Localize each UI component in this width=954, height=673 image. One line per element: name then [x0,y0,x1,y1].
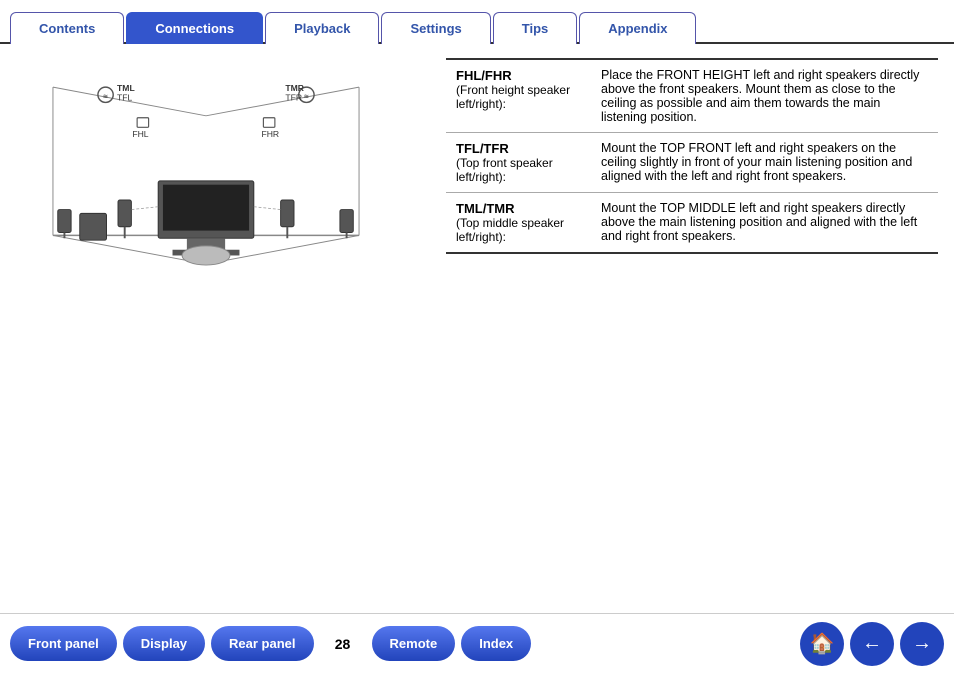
svg-text:FHR: FHR [261,129,279,139]
bottom-navigation-bar: Front panel Display Rear panel 28 Remote… [0,613,954,673]
page-number: 28 [328,636,358,652]
description-cell: Mount the TOP FRONT left and right speak… [591,133,938,193]
speaker-diagram: ≋ TML TFL ≋ TMR TFR FHL FHR [16,68,396,288]
term-description: (Top middle speaker left/right): [456,216,564,244]
term-label: FHL/FHR [456,68,512,83]
rear-panel-button[interactable]: Rear panel [211,626,313,661]
remote-button[interactable]: Remote [372,626,456,661]
table-row: TML/TMR(Top middle speaker left/right):M… [446,193,938,254]
diagram-area: ≋ TML TFL ≋ TMR TFR FHL FHR [16,58,436,593]
tab-connections[interactable]: Connections [126,12,263,44]
svg-text:TFL: TFL [117,93,132,103]
term-cell: FHL/FHR(Front height speaker left/right)… [446,59,591,133]
term-description: (Top front speaker left/right): [456,156,553,184]
svg-text:≋: ≋ [103,94,109,101]
display-button[interactable]: Display [123,626,205,661]
table-row: FHL/FHR(Front height speaker left/right)… [446,59,938,133]
tab-settings[interactable]: Settings [381,12,490,44]
back-button[interactable]: ← [850,622,894,666]
svg-text:≋: ≋ [304,94,310,101]
forward-button[interactable]: → [900,622,944,666]
main-content: ≋ TML TFL ≋ TMR TFR FHL FHR FHL/FHR(Fron… [0,44,954,601]
top-navigation: Contents Connections Playback Settings T… [0,0,954,44]
svg-text:TFR: TFR [285,93,302,103]
term-label: TML/TMR [456,201,514,216]
front-panel-button[interactable]: Front panel [10,626,117,661]
table-row: TFL/TFR(Top front speaker left/right):Mo… [446,133,938,193]
tab-contents[interactable]: Contents [10,12,124,44]
tab-tips[interactable]: Tips [493,12,578,44]
svg-text:FHL: FHL [132,129,148,139]
tab-playback[interactable]: Playback [265,12,379,44]
home-button[interactable]: 🏠 [800,622,844,666]
tab-appendix[interactable]: Appendix [579,12,696,44]
term-cell: TML/TMR(Top middle speaker left/right): [446,193,591,254]
index-button[interactable]: Index [461,626,531,661]
svg-text:TML: TML [117,83,135,93]
term-label: TFL/TFR [456,141,509,156]
speaker-positions-table: FHL/FHR(Front height speaker left/right)… [446,58,938,254]
description-cell: Mount the TOP MIDDLE left and right spea… [591,193,938,254]
term-cell: TFL/TFR(Top front speaker left/right): [446,133,591,193]
svg-text:TMR: TMR [285,83,304,93]
description-cell: Place the FRONT HEIGHT left and right sp… [591,59,938,133]
term-description: (Front height speaker left/right): [456,83,570,111]
table-area: FHL/FHR(Front height speaker left/right)… [436,58,938,593]
